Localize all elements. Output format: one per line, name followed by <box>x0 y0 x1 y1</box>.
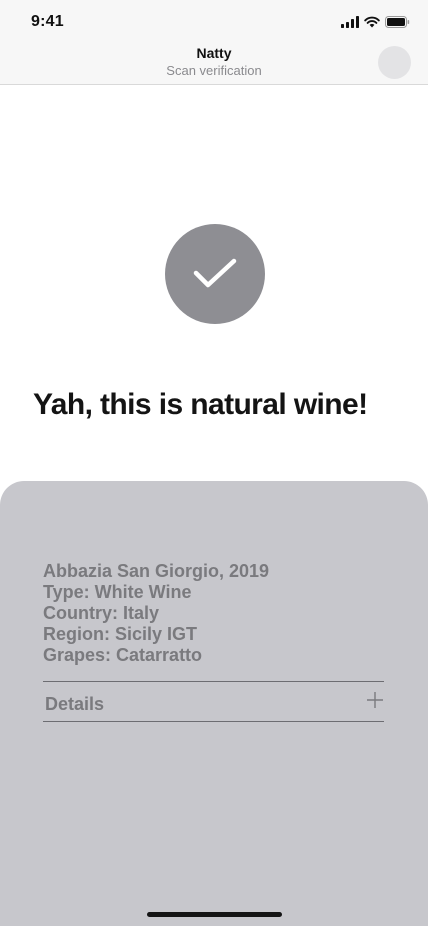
status-icons <box>341 15 410 29</box>
avatar[interactable] <box>378 46 411 79</box>
status-time: 9:41 <box>31 13 64 30</box>
cellular-signal-icon <box>341 16 359 28</box>
nav-title: Natty <box>196 45 232 61</box>
details-accordion[interactable]: Details <box>43 681 384 722</box>
battery-icon <box>385 16 410 28</box>
wine-grapes: Grapes: Catarratto <box>43 645 203 665</box>
status-bar: 9:41 <box>0 0 428 44</box>
wine-region: Region: Sicily IGT <box>43 624 198 644</box>
wifi-icon <box>364 16 380 28</box>
wine-country: Country: Italy <box>43 603 160 623</box>
wine-name-vintage: Abbazia San Giorgio, 2019 <box>43 561 270 581</box>
details-label: Details <box>45 694 105 714</box>
result-headline: Yah, this is natural wine! <box>33 388 368 421</box>
wine-info-card: Abbazia San Giorgio, 2019 Type: White Wi… <box>0 481 428 926</box>
wine-details-list: Abbazia San Giorgio, 2019 Type: White Wi… <box>43 561 269 666</box>
wine-type: Type: White Wine <box>43 582 192 602</box>
nav-subtitle: Scan verification <box>166 63 262 78</box>
success-badge <box>165 224 265 324</box>
plus-icon[interactable] <box>366 691 384 709</box>
home-indicator[interactable] <box>147 912 282 917</box>
nav-bar: Natty Scan verification <box>0 44 428 85</box>
checkmark-icon <box>193 258 237 288</box>
